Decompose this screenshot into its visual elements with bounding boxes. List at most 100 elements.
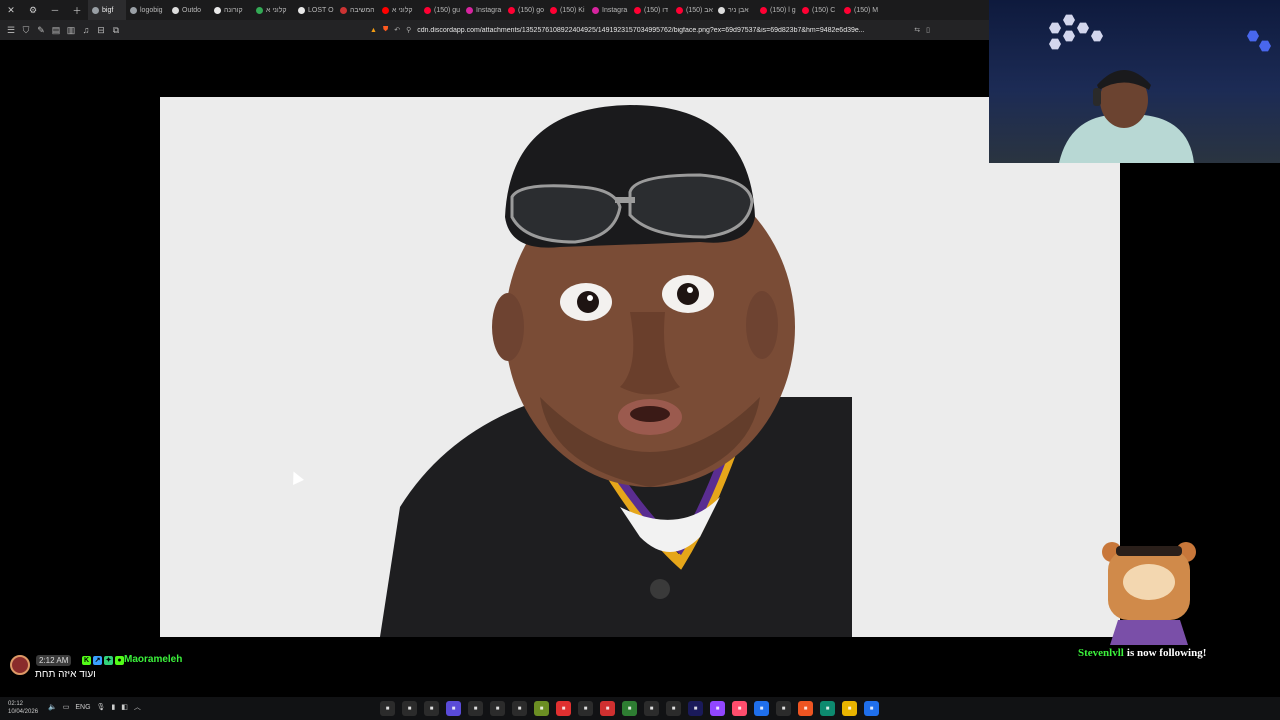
- hex-light-icon: [1259, 40, 1271, 52]
- store-icon[interactable]: ■: [754, 701, 769, 716]
- new-tab-icon[interactable]: ＋: [66, 0, 88, 20]
- tab-label: (150) Ki: [560, 6, 585, 14]
- tab-label: (150) go: [518, 6, 545, 14]
- screen: ✕ ⚙ ─ ＋ bigf logobig Outdo קורונה קלוני א LOS…: [0, 0, 1280, 720]
- chat-username: Maorameleh: [124, 654, 183, 665]
- history-icon[interactable]: ↶: [394, 26, 400, 34]
- diamond-2-icon[interactable]: ■: [490, 701, 505, 716]
- red-app-icon[interactable]: ■: [556, 701, 571, 716]
- browser-tab[interactable]: (150) l g: [756, 0, 798, 20]
- tab-label: logobig: [140, 6, 163, 14]
- mic-icon[interactable]: 🎙: [97, 703, 106, 711]
- tab-favicon-icon: [508, 6, 515, 14]
- minimize-icon[interactable]: ─: [44, 0, 66, 20]
- tab-favicon-icon: [298, 6, 305, 14]
- brave-shield-icon[interactable]: ⛊: [383, 26, 388, 34]
- browser-tab[interactable]: המשיבה: [336, 0, 378, 20]
- browser-tab[interactable]: קלוני א: [378, 0, 420, 20]
- tab-favicon-icon: [340, 6, 347, 14]
- music-icon[interactable]: ♫: [81, 25, 91, 35]
- tab-manager-icon[interactable]: ⊟: [96, 25, 106, 35]
- clock[interactable]: 02:12 10/04/2026: [8, 700, 38, 716]
- tab-label: (150) C: [812, 6, 836, 14]
- twitch-like-icon[interactable]: ■: [710, 701, 725, 716]
- tab-label: המשיבה: [350, 6, 375, 14]
- tune-icon[interactable]: ⚲: [406, 26, 411, 34]
- language-indicator[interactable]: ENG: [75, 704, 90, 711]
- chat-badges: K ↗ ✦ ●: [82, 656, 124, 665]
- tab-label: (150) דו: [644, 6, 668, 14]
- battery-icon[interactable]: ▮: [111, 703, 115, 711]
- android-studio-icon[interactable]: ■: [622, 701, 637, 716]
- network-icon[interactable]: ▭: [63, 703, 70, 711]
- tab-favicon-icon: [676, 6, 683, 14]
- pin-icon[interactable]: ■: [424, 701, 439, 716]
- tray-app-icon[interactable]: ◧: [121, 703, 128, 711]
- browser-tab[interactable]: אבן ניר: [714, 0, 756, 20]
- browser-tab[interactable]: Instagra: [588, 0, 630, 20]
- premiere-icon[interactable]: ■: [688, 701, 703, 716]
- tab-favicon-icon: [550, 6, 557, 14]
- tab-label: (150) אב: [686, 6, 713, 14]
- follow-alert-text: is now following!: [1126, 647, 1207, 659]
- extensions-icon[interactable]: ⧉: [111, 25, 121, 35]
- tab-label: (150) gu: [434, 6, 461, 14]
- volume-icon[interactable]: 🔈: [48, 703, 57, 711]
- shield-icon[interactable]: ⛉: [21, 25, 31, 35]
- panel-icon[interactable]: ▥: [66, 25, 76, 35]
- red-circle-icon[interactable]: ■: [666, 701, 681, 716]
- browser-tab[interactable]: (150) gu: [420, 0, 462, 20]
- edge-icon[interactable]: ■: [820, 701, 835, 716]
- share-icon[interactable]: ⇆: [914, 26, 920, 34]
- close-icon[interactable]: ✕: [0, 0, 22, 20]
- browser-tab[interactable]: קורונה: [210, 0, 252, 20]
- chatgpt-icon[interactable]: ■: [644, 701, 659, 716]
- browser-tab[interactable]: (150) M: [840, 0, 882, 20]
- tab-label: LOST O: [308, 6, 334, 14]
- bookmark-icon[interactable]: ▯: [926, 26, 930, 34]
- media-player-icon[interactable]: ■: [380, 701, 395, 716]
- person-photo: [380, 105, 852, 637]
- chevron-up-icon[interactable]: ︿: [134, 702, 141, 712]
- chat-timestamp: 2:12 AM: [36, 655, 72, 666]
- browser-tab[interactable]: logobig: [126, 0, 168, 20]
- tabs: bigf logobig Outdo קורונה קלוני א LOST O המשיב…: [88, 0, 882, 20]
- menu-icon[interactable]: ☰: [6, 25, 16, 35]
- url-text[interactable]: cdn.discordapp.com/attachments/135257610…: [417, 27, 908, 34]
- tab-favicon-icon: [214, 6, 221, 14]
- tab-favicon-icon: [760, 6, 767, 14]
- clock-time: 02:12: [8, 701, 24, 707]
- explorer-icon[interactable]: ■: [842, 701, 857, 716]
- browser-tab[interactable]: (150) go: [504, 0, 546, 20]
- browser-tab[interactable]: LOST O: [294, 0, 336, 20]
- chat-badge-icon: ●: [115, 656, 124, 665]
- browser-tab[interactable]: Outdo: [168, 0, 210, 20]
- brush-icon[interactable]: ✎: [36, 25, 46, 35]
- pdf-icon[interactable]: ■: [600, 701, 615, 716]
- grid-icon[interactable]: ■: [446, 701, 461, 716]
- browser-tab[interactable]: (150) Ki: [546, 0, 588, 20]
- address-bar[interactable]: ▲ ⛊ ↶ ⚲ cdn.discordapp.com/attachments/1…: [370, 23, 930, 37]
- browser-tab[interactable]: קלוני א: [252, 0, 294, 20]
- list-icon[interactable]: ■: [578, 701, 593, 716]
- circle-app-icon[interactable]: ■: [512, 701, 527, 716]
- music-icon[interactable]: ■: [732, 701, 747, 716]
- follow-alert-mascot: [1102, 542, 1196, 645]
- warning-icon[interactable]: ▲: [370, 27, 377, 34]
- diamond-icon[interactable]: ■: [468, 701, 483, 716]
- settings-icon[interactable]: ⚙: [22, 0, 44, 20]
- tab-label: אבן ניר: [728, 6, 749, 14]
- windows-icon[interactable]: ■: [864, 701, 879, 716]
- minecraft-icon[interactable]: ■: [534, 701, 549, 716]
- browser-tab[interactable]: bigf: [88, 0, 126, 20]
- brave-icon[interactable]: ■: [402, 701, 417, 716]
- system-tray: 🔈 ▭ ENG 🎙 ▮ ◧ ︿: [48, 702, 141, 712]
- browser-tab[interactable]: (150) אב: [672, 0, 714, 20]
- browser-tab[interactable]: Instagra: [462, 0, 504, 20]
- tab-favicon-icon: [466, 6, 473, 14]
- browser-tab[interactable]: (150) C: [798, 0, 840, 20]
- brave-2-icon[interactable]: ■: [798, 701, 813, 716]
- browser-tab[interactable]: (150) דו: [630, 0, 672, 20]
- chrome-icon[interactable]: ■: [776, 701, 791, 716]
- sidebar-icon[interactable]: ▤: [51, 25, 61, 35]
